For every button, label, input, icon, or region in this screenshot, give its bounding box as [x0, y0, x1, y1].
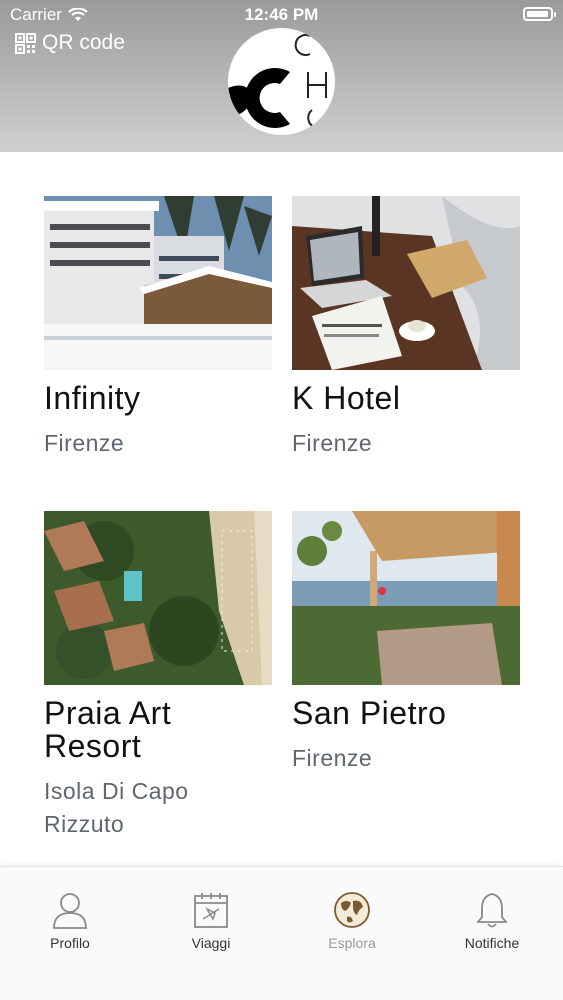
qr-code-button[interactable]: QR code [15, 31, 125, 55]
app-header: Carrier 12:46 PM QR code [0, 0, 563, 152]
hotel-photo-snowy-hotel [44, 196, 272, 370]
battery-level [527, 11, 548, 17]
hotel-photo-aerial-resort [44, 511, 272, 685]
qr-code-label: QR code [42, 31, 125, 54]
tab-label: Viaggi [191, 935, 231, 951]
hotel-city: Firenze [292, 745, 373, 771]
tab-label: Notifiche [464, 935, 520, 951]
tab-viaggi[interactable]: Viaggi [151, 891, 271, 951]
hotel-city: Firenze [292, 430, 373, 456]
tab-bar: Profilo Viaggi Esplora Notifiche [0, 866, 563, 1000]
hotel-city: Isola Di Capo Rizzuto [44, 778, 189, 837]
bell-icon [476, 893, 508, 928]
hotel-card[interactable]: San Pietro Firenze [292, 511, 520, 775]
hotel-city: Firenze [44, 430, 125, 456]
qr-code-icon [15, 32, 36, 54]
calendar-plane-icon [194, 893, 228, 928]
globe-icon [334, 892, 370, 928]
hotel-name: Praia Art Resort [44, 695, 172, 764]
person-icon [53, 893, 87, 929]
hotel-photo-terrace-sea [292, 511, 520, 685]
hotel-card[interactable]: Praia Art Resort Isola Di Capo Rizzuto [44, 511, 272, 841]
hotel-photo-desk-laptop [292, 196, 520, 370]
hotel-name: K Hotel [292, 380, 401, 416]
hotel-name: Infinity [44, 380, 141, 416]
status-bar: Carrier 12:46 PM [0, 0, 563, 30]
tab-label: Profilo [50, 935, 90, 951]
tab-profilo[interactable]: Profilo [10, 891, 130, 951]
tab-notifiche[interactable]: Notifiche [432, 891, 552, 951]
tab-esplora[interactable]: Esplora [292, 891, 412, 951]
battery-icon [523, 7, 556, 21]
hotel-card[interactable]: Infinity Firenze [44, 196, 272, 460]
tab-label: Esplora [328, 935, 376, 951]
hotel-name: San Pietro [292, 695, 447, 731]
hotel-card[interactable]: K Hotel Firenze [292, 196, 520, 460]
brand-logo [228, 28, 335, 135]
clock: 12:46 PM [244, 5, 319, 24]
